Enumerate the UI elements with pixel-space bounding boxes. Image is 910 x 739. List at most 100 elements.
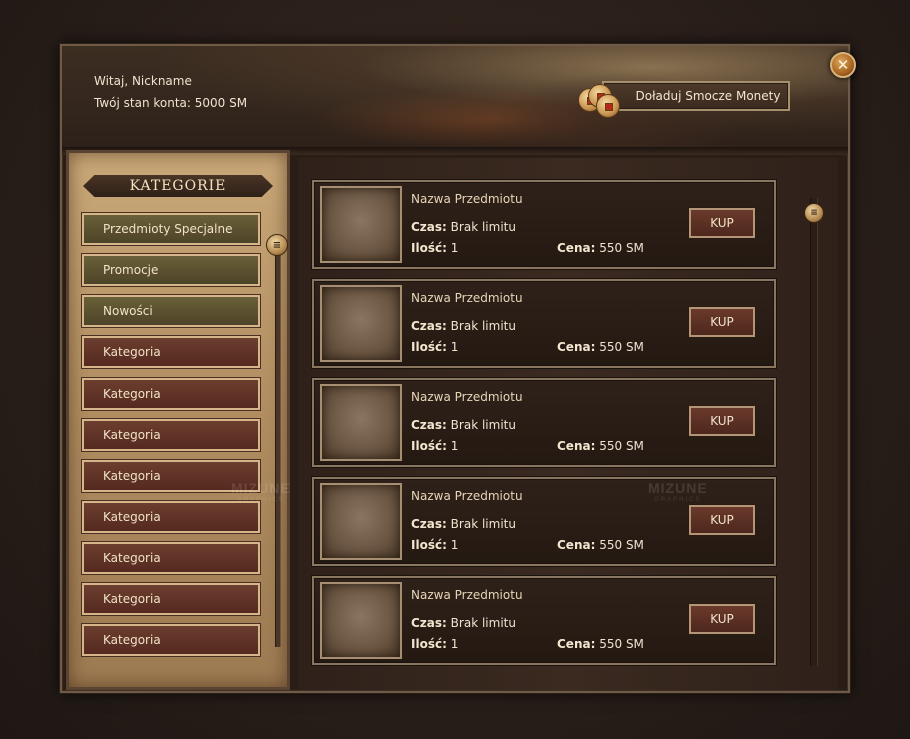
price-label: Cena: xyxy=(557,340,596,354)
buy-label: KUP xyxy=(710,513,734,527)
account-balance: Twój stan konta: 5000 SM xyxy=(94,96,248,110)
shop-item-card: Nazwa Przedmiotu Czas: Brak limitu Ilość: … xyxy=(312,576,776,665)
item-list-scrollbar[interactable] xyxy=(810,198,818,666)
item-name: Nazwa Przedmiotu xyxy=(411,291,523,305)
shop-item-card: Nazwa Przedmiotu Czas: Brak limitu Ilość: … xyxy=(312,180,776,269)
item-time: Czas: Brak limitu xyxy=(411,616,516,630)
category-title: KATEGORIE xyxy=(83,175,273,197)
item-time: Czas: Brak limitu xyxy=(411,220,516,234)
category-item[interactable]: Przedmioty Specjalne xyxy=(82,213,260,245)
buy-button[interactable]: KUP xyxy=(689,604,755,634)
item-list: Nazwa Przedmiotu Czas: Brak limitu Ilość: … xyxy=(298,158,838,690)
item-image xyxy=(320,483,402,560)
quantity-label: Ilość: xyxy=(411,439,447,453)
item-image xyxy=(320,582,402,659)
item-image xyxy=(320,384,402,461)
welcome-text: Witaj, Nickname xyxy=(94,74,192,88)
price-label: Cena: xyxy=(557,439,596,453)
category-label: Promocje xyxy=(103,263,159,277)
category-item[interactable]: Kategoria xyxy=(82,378,260,410)
quantity-value: 1 xyxy=(450,241,459,255)
time-value: Brak limitu xyxy=(450,517,516,531)
time-value: Brak limitu xyxy=(450,418,516,432)
item-quantity: Ilość: 1 xyxy=(411,439,458,453)
price-value: 550 SM xyxy=(599,439,644,453)
buy-button[interactable]: KUP xyxy=(689,505,755,535)
quantity-label: Ilość: xyxy=(411,538,447,552)
price-value: 550 SM xyxy=(599,340,644,354)
category-label: Kategoria xyxy=(103,510,161,524)
category-item[interactable]: Kategoria xyxy=(82,624,260,656)
category-label: Nowości xyxy=(103,304,153,318)
price-value: 550 SM xyxy=(599,241,644,255)
scroll-handle-icon: ≡ xyxy=(272,239,282,251)
watermark: MIZUNEGRAPHICS xyxy=(231,480,291,503)
price-value: 550 SM xyxy=(599,538,644,552)
item-list-scroll-handle[interactable]: ≡ xyxy=(804,203,824,223)
category-label: Kategoria xyxy=(103,469,161,483)
item-name: Nazwa Przedmiotu xyxy=(411,192,523,206)
category-item[interactable]: Kategoria xyxy=(82,583,260,615)
item-image xyxy=(320,285,402,362)
time-label: Czas: xyxy=(411,616,447,630)
category-label: Kategoria xyxy=(103,428,161,442)
item-price: Cena: 550 SM xyxy=(557,637,644,651)
category-label: Kategoria xyxy=(103,592,161,606)
quantity-label: Ilość: xyxy=(411,340,447,354)
category-item[interactable]: Kategoria xyxy=(82,336,260,368)
time-label: Czas: xyxy=(411,319,447,333)
category-item[interactable]: Promocje xyxy=(82,254,260,286)
item-name: Nazwa Przedmiotu xyxy=(411,489,523,503)
quantity-label: Ilość: xyxy=(411,241,447,255)
time-value: Brak limitu xyxy=(450,220,516,234)
close-button[interactable]: ✕ xyxy=(830,52,856,78)
time-value: Brak limitu xyxy=(450,616,516,630)
coins-icon xyxy=(578,84,626,120)
close-icon: ✕ xyxy=(836,56,850,74)
quantity-value: 1 xyxy=(450,637,459,651)
category-label: Przedmioty Specjalne xyxy=(103,222,233,236)
item-time: Czas: Brak limitu xyxy=(411,319,516,333)
price-label: Cena: xyxy=(557,637,596,651)
shop-window: Witaj, Nickname Twój stan konta: 5000 SM… xyxy=(60,44,856,693)
buy-label: KUP xyxy=(710,612,734,626)
buy-label: KUP xyxy=(710,315,734,329)
category-item[interactable]: Nowości xyxy=(82,295,260,327)
item-name: Nazwa Przedmiotu xyxy=(411,390,523,404)
price-label: Cena: xyxy=(557,241,596,255)
watermark: MIZUNEGRAPHICS xyxy=(648,480,708,503)
category-label: Kategoria xyxy=(103,551,161,565)
item-quantity: Ilość: 1 xyxy=(411,241,458,255)
sidebar-scroll-handle[interactable]: ≡ xyxy=(266,234,288,256)
quantity-label: Ilość: xyxy=(411,637,447,651)
category-item[interactable]: Kategoria xyxy=(82,542,260,574)
buy-button[interactable]: KUP xyxy=(689,307,755,337)
buy-button[interactable]: KUP xyxy=(689,406,755,436)
quantity-value: 1 xyxy=(450,340,459,354)
quantity-value: 1 xyxy=(450,439,459,453)
sidebar-scrollbar[interactable] xyxy=(275,237,281,647)
item-quantity: Ilość: 1 xyxy=(411,340,458,354)
shop-item-card: Nazwa Przedmiotu Czas: Brak limitu Ilość: … xyxy=(312,279,776,368)
buy-label: KUP xyxy=(710,414,734,428)
price-value: 550 SM xyxy=(599,637,644,651)
item-time: Czas: Brak limitu xyxy=(411,418,516,432)
item-name: Nazwa Przedmiotu xyxy=(411,588,523,602)
item-price: Cena: 550 SM xyxy=(557,538,644,552)
top-up-coins-button[interactable]: Doładuj Smocze Monety xyxy=(602,81,790,111)
item-quantity: Ilość: 1 xyxy=(411,538,458,552)
buy-label: KUP xyxy=(710,216,734,230)
buy-button[interactable]: KUP xyxy=(689,208,755,238)
top-up-label: Doładuj Smocze Monety xyxy=(635,89,781,103)
item-image xyxy=(320,186,402,263)
category-label: Kategoria xyxy=(103,633,161,647)
time-label: Czas: xyxy=(411,418,447,432)
shop-item-card: Nazwa Przedmiotu Czas: Brak limitu Ilość: … xyxy=(312,378,776,467)
time-value: Brak limitu xyxy=(450,319,516,333)
price-label: Cena: xyxy=(557,538,596,552)
item-price: Cena: 550 SM xyxy=(557,241,644,255)
category-item[interactable]: Kategoria xyxy=(82,419,260,451)
category-list: Przedmioty Specjalne Promocje Nowości Kateg… xyxy=(82,213,260,665)
item-price: Cena: 550 SM xyxy=(557,340,644,354)
time-label: Czas: xyxy=(411,220,447,234)
